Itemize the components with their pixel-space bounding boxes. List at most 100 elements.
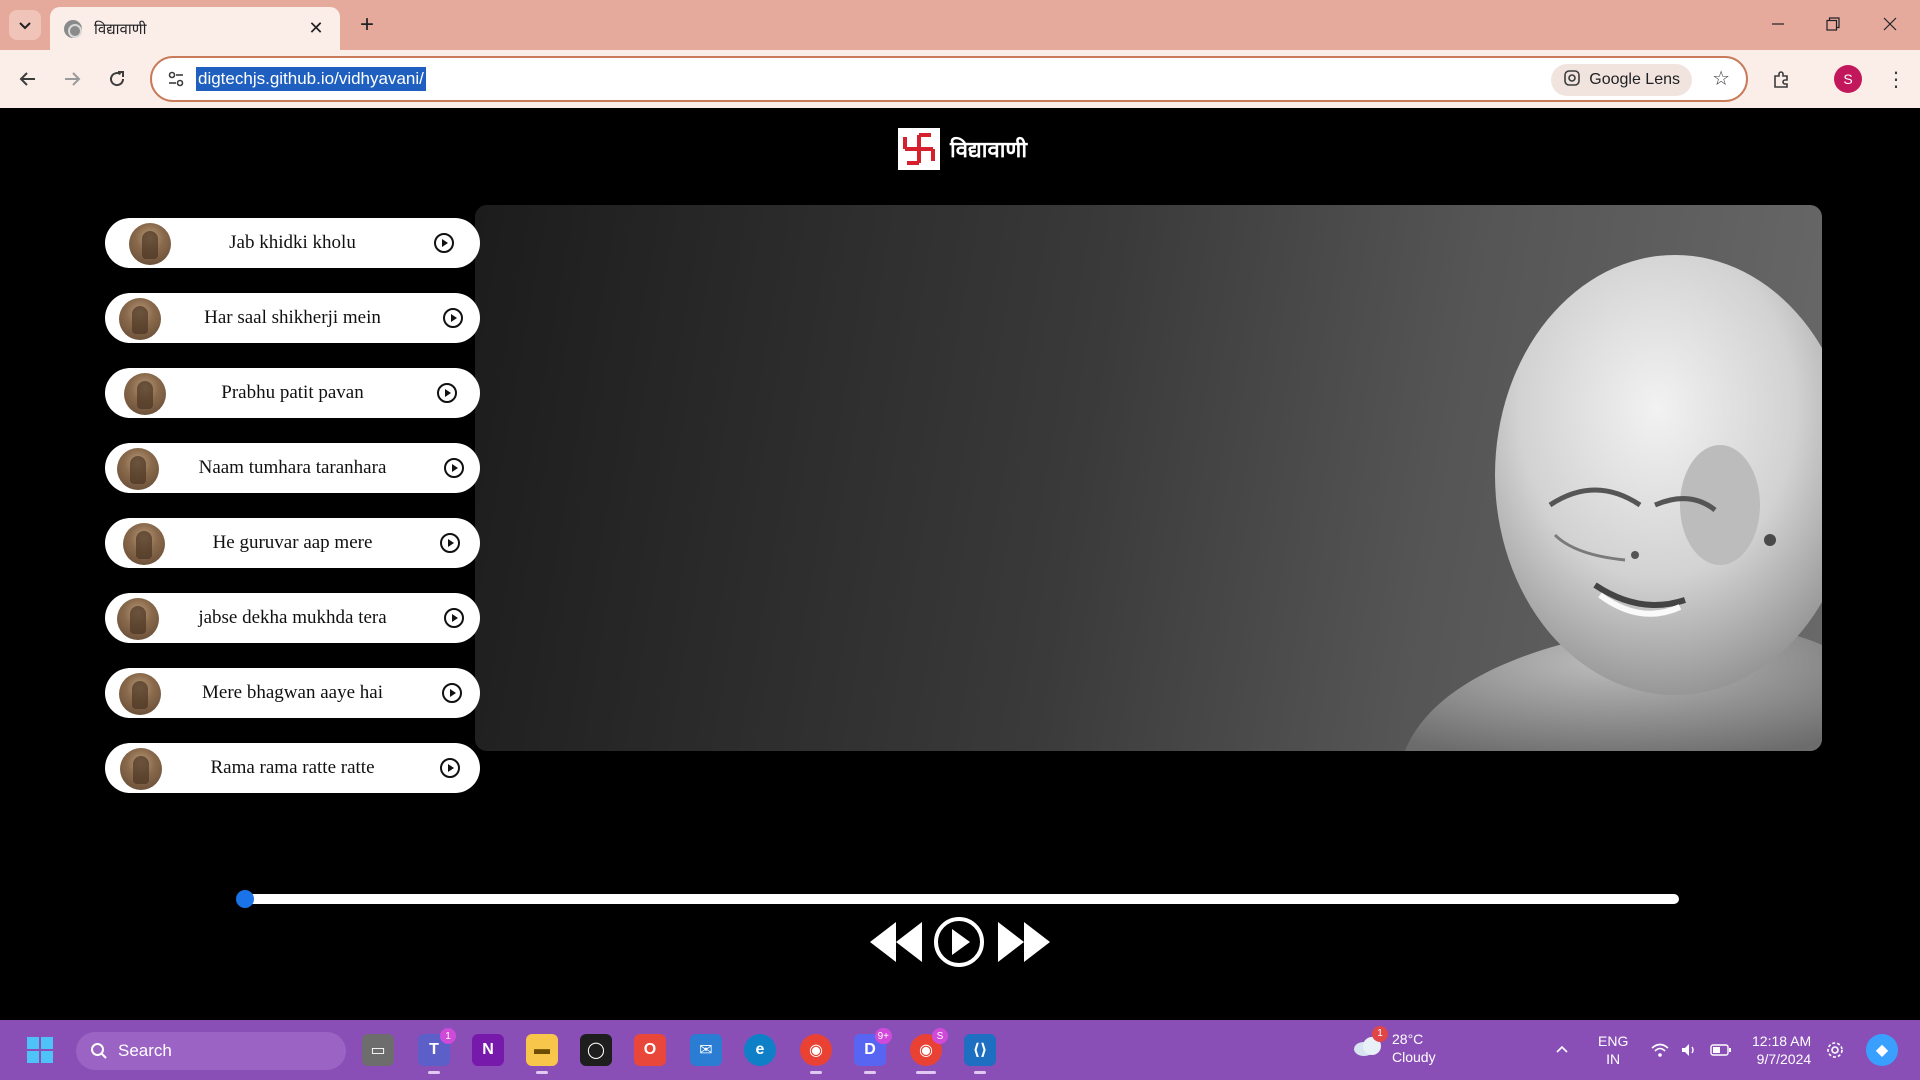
play-circle-icon[interactable]: [439, 757, 461, 779]
rewind-button[interactable]: [870, 912, 924, 972]
song-item[interactable]: Jab khidki kholu: [105, 218, 480, 268]
teams-icon[interactable]: T1: [418, 1028, 456, 1074]
clock-time: 12:18 AM: [1752, 1033, 1812, 1049]
tab-title: विद्यावाणी: [94, 19, 147, 38]
song-title: Jab khidki kholu: [229, 232, 356, 253]
clock-date: 9/7/2024: [1756, 1051, 1812, 1067]
globe-icon: [64, 19, 82, 38]
weather-widget[interactable]: 1 28°C Cloudy: [1352, 1025, 1436, 1066]
region-code: IN: [1606, 1051, 1621, 1067]
cloud-icon: 1: [1352, 1025, 1388, 1063]
github-icon[interactable]: ◯: [580, 1034, 612, 1066]
discord-icon[interactable]: D 9+: [854, 1028, 892, 1074]
weather-condition: Cloudy: [1392, 1049, 1436, 1065]
hero-portrait-banner: [475, 205, 1822, 751]
url-text[interactable]: digtechjs.github.io/vidhyavani/: [196, 67, 426, 91]
extensions-button[interactable]: [1766, 63, 1798, 95]
wifi-icon[interactable]: [1650, 1020, 1670, 1080]
play-circle-icon[interactable]: [433, 232, 455, 254]
song-item[interactable]: Rama rama ratte ratte: [105, 743, 480, 793]
play-circle-icon[interactable]: [443, 607, 465, 629]
minimize-icon: [1772, 23, 1784, 25]
address-bar[interactable]: digtechjs.github.io/vidhyavani/ Google L…: [150, 56, 1748, 102]
office-icon[interactable]: O: [634, 1034, 666, 1066]
play-circle-icon[interactable]: [436, 382, 458, 404]
song-title: He guruvar aap mere: [212, 532, 373, 553]
edge-icon[interactable]: e: [744, 1034, 776, 1066]
arrow-left-icon: [19, 72, 35, 86]
song-title: jabse dekha mukhda tera: [198, 607, 387, 628]
windows-start-icon[interactable]: [24, 1034, 56, 1066]
browser-toolbar: digtechjs.github.io/vidhyavani/ Google L…: [0, 50, 1920, 108]
back-button[interactable]: [12, 63, 44, 95]
settings-gear-icon[interactable]: [1826, 1020, 1844, 1080]
input-language[interactable]: ENG IN: [1598, 1032, 1628, 1068]
forward-button[interactable]: [56, 63, 88, 95]
monk-portrait-image: [1405, 255, 1822, 751]
camera-lens-icon: [1563, 69, 1581, 92]
browser-menu-icon[interactable]: ⋮: [1880, 63, 1912, 95]
restore-button[interactable]: [1813, 8, 1853, 40]
bookmark-star-icon[interactable]: ☆: [1712, 66, 1730, 91]
page-content: विद्यावाणी Jab khidki kholu Har saal shi…: [0, 108, 1920, 1020]
song-title: Prabhu patit pavan: [221, 382, 364, 403]
restore-icon: [1826, 17, 1840, 31]
play-circle-icon[interactable]: [441, 682, 463, 704]
song-item[interactable]: He guruvar aap mere: [105, 518, 480, 568]
swastik-logo-icon: [898, 128, 940, 170]
arrow-right-icon: [65, 72, 81, 86]
profile-badge: S: [932, 1028, 948, 1044]
notification-badge: 9+: [874, 1028, 892, 1044]
reload-button[interactable]: [101, 63, 133, 95]
onenote-icon[interactable]: N: [472, 1034, 504, 1066]
close-icon: [1883, 17, 1897, 31]
google-lens-button[interactable]: Google Lens: [1551, 64, 1692, 96]
close-tab-icon[interactable]: ✕: [306, 18, 326, 39]
show-hidden-icons-chevron-up-icon[interactable]: [1554, 1020, 1570, 1080]
browser-tab-active[interactable]: विद्यावाणी ✕: [50, 7, 340, 50]
song-title: Mere bhagwan aaye hai: [202, 682, 383, 703]
progress-thumb[interactable]: [236, 890, 254, 908]
song-item[interactable]: Prabhu patit pavan: [105, 368, 480, 418]
chevron-down-icon: [19, 22, 31, 30]
battery-icon[interactable]: [1710, 1020, 1732, 1080]
chrome-profile-icon[interactable]: ◉ S: [910, 1028, 948, 1074]
profile-avatar[interactable]: S: [1834, 65, 1862, 93]
play-circle-icon[interactable]: [443, 457, 465, 479]
lang-code: ENG: [1598, 1033, 1629, 1049]
puzzle-icon: [1774, 71, 1788, 88]
site-info-icon[interactable]: [162, 65, 190, 93]
site-header: विद्यावाणी: [898, 128, 1027, 170]
search-label: Search: [118, 1041, 172, 1060]
file-explorer-icon[interactable]: ▬: [526, 1034, 558, 1074]
temperature: 28°C: [1392, 1031, 1424, 1047]
song-progress-slider[interactable]: [236, 890, 1679, 908]
song-title: Naam tumhara taranhara: [198, 457, 387, 478]
song-item[interactable]: jabse dekha mukhda tera: [105, 593, 480, 643]
play-button[interactable]: [932, 912, 986, 972]
song-item[interactable]: Naam tumhara taranhara: [105, 443, 480, 493]
weather-alert-badge: 1: [1372, 1025, 1388, 1042]
chrome-icon[interactable]: ◉: [800, 1034, 832, 1074]
song-title: Rama rama ratte ratte: [210, 757, 375, 778]
fast-forward-button[interactable]: [996, 912, 1050, 972]
song-item[interactable]: Har saal shikherji mein: [105, 293, 480, 343]
taskbar-search-box[interactable]: Search: [76, 1032, 346, 1070]
play-circle-icon[interactable]: [439, 532, 461, 554]
vscode-icon[interactable]: ⟨⟩: [964, 1034, 996, 1074]
tab-search-button[interactable]: [9, 10, 41, 40]
close-window-button[interactable]: [1870, 8, 1910, 40]
song-item[interactable]: Mere bhagwan aaye hai: [105, 668, 480, 718]
site-title: विद्यावाणी: [950, 138, 1028, 163]
new-tab-button[interactable]: +: [352, 10, 382, 40]
copilot-icon[interactable]: ◆: [1866, 1034, 1898, 1066]
minimize-button[interactable]: [1758, 8, 1798, 40]
song-title: Har saal shikherji mein: [204, 307, 381, 328]
task-view-icon[interactable]: ▭: [362, 1034, 394, 1066]
mail-icon[interactable]: ✉: [690, 1034, 722, 1066]
browser-tabstrip: विद्यावाणी ✕ +: [0, 0, 1920, 50]
play-circle-icon[interactable]: [442, 307, 464, 329]
volume-icon[interactable]: [1680, 1020, 1698, 1080]
player-controls: [870, 912, 1050, 972]
system-clock[interactable]: 12:18 AM 9/7/2024: [1752, 1032, 1811, 1068]
